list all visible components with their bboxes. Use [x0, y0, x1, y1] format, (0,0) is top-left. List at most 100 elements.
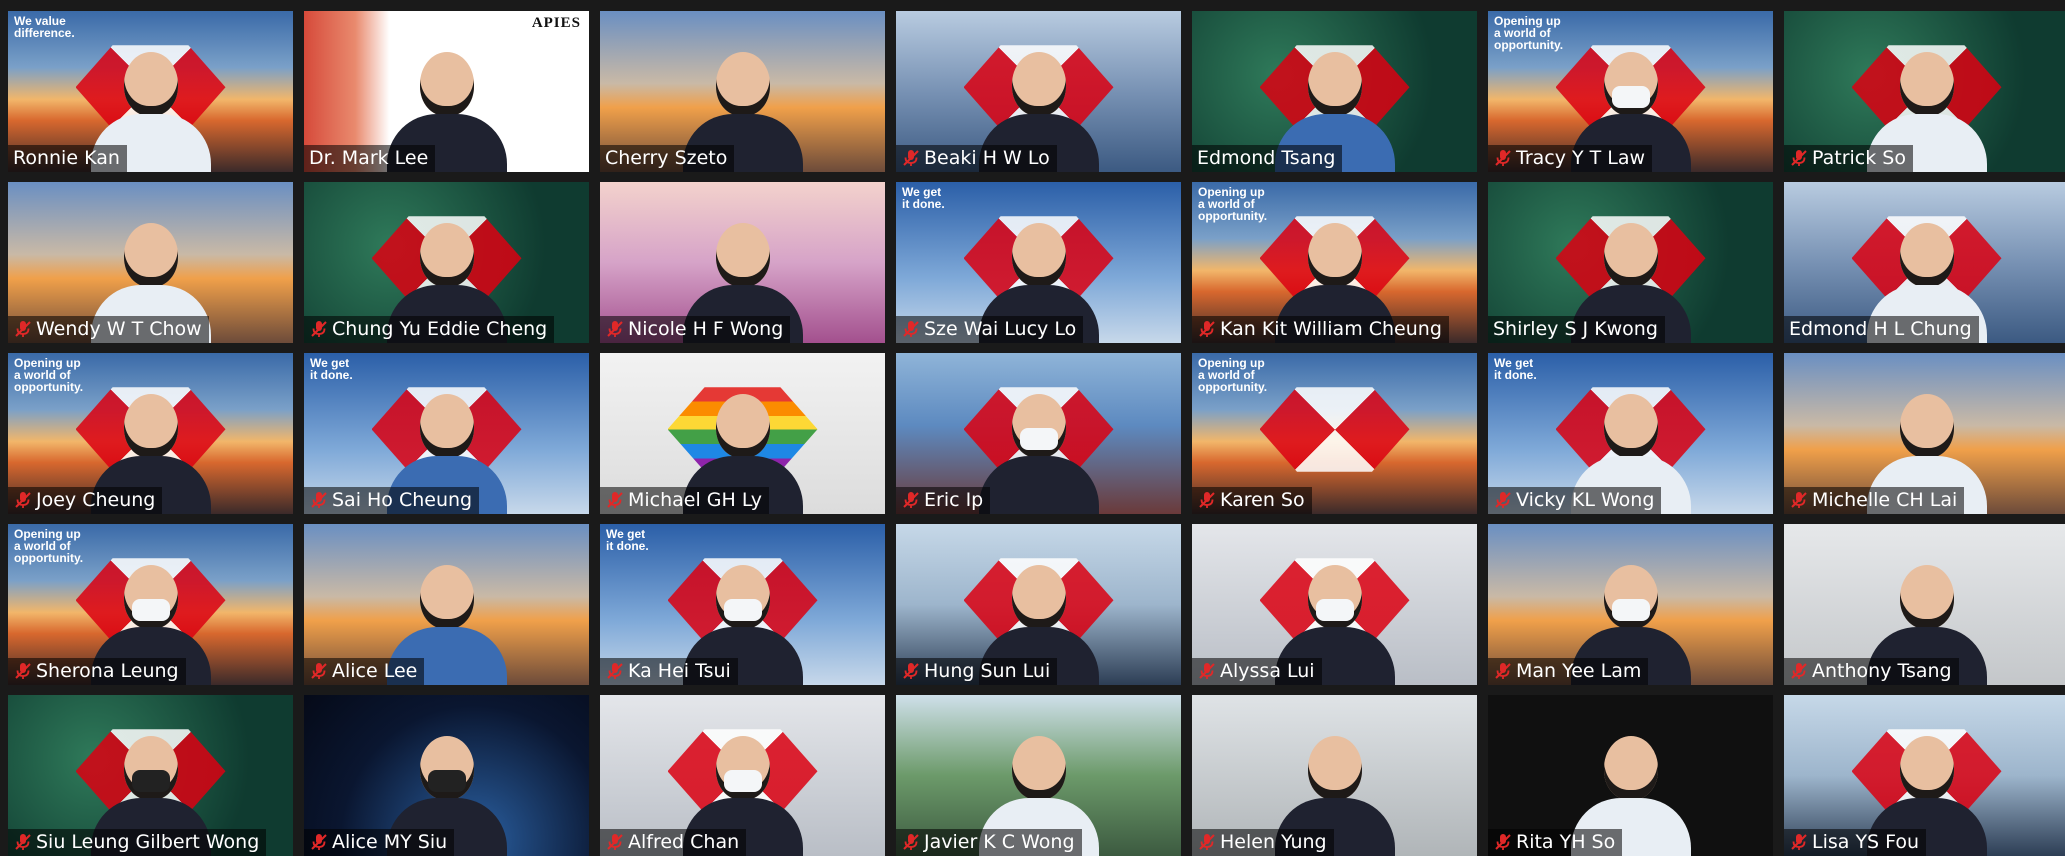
- participant-name: Alfred Chan: [628, 831, 740, 853]
- participant-tile-6[interactable]: Patrick So: [1784, 11, 2065, 172]
- muted-mic-icon: [309, 832, 329, 852]
- participant-tile-12[interactable]: Shirley S J Kwong: [1488, 182, 1773, 343]
- muted-mic-icon: [309, 319, 329, 339]
- participant-tile-4[interactable]: Edmond Tsang: [1192, 11, 1477, 172]
- participant-name: Alyssa Lui: [1220, 660, 1315, 682]
- participant-tile-24[interactable]: Hung Sun Lui: [896, 524, 1181, 685]
- muted-mic-icon: [1197, 832, 1217, 852]
- muted-mic-icon: [1197, 490, 1217, 510]
- head: [123, 394, 178, 458]
- participant-name: Cherry Szeto: [605, 147, 728, 169]
- participant-tile-17[interactable]: Eric Ip: [896, 353, 1181, 514]
- participant-name: Dr. Mark Lee: [309, 147, 429, 169]
- participant-tile-16[interactable]: Michael GH Ly: [600, 353, 885, 514]
- participant-tile-30[interactable]: Alfred Chan: [600, 695, 885, 856]
- participant-tile-29[interactable]: Alice MY Siu: [304, 695, 589, 856]
- participant-name: Rita YH So: [1516, 831, 1616, 853]
- participant-tile-19[interactable]: We get it done. Vicky KL Wong: [1488, 353, 1773, 514]
- participant-name: Karen So: [1220, 489, 1305, 511]
- participant-tile-31[interactable]: Javier K C Wong: [896, 695, 1181, 856]
- participant-tile-15[interactable]: We get it done. Sai Ho Cheung: [304, 353, 589, 514]
- participant-nameplate: Alice Lee: [304, 658, 425, 685]
- participant-tile-8[interactable]: Chung Yu Eddie Cheng: [304, 182, 589, 343]
- background-slogan: We value difference.: [14, 14, 75, 40]
- head: [419, 52, 474, 116]
- participant-tile-21[interactable]: Opening up a world of opportunity. Shero…: [8, 524, 293, 685]
- participant-tile-33[interactable]: Rita YH So: [1488, 695, 1773, 856]
- muted-mic-icon: [309, 490, 329, 510]
- head: [1307, 52, 1362, 116]
- head: [1307, 565, 1362, 629]
- participant-nameplate: Michael GH Ly: [600, 487, 769, 514]
- participant-tile-9[interactable]: Nicole H F Wong: [600, 182, 885, 343]
- participant-nameplate: Beaki H W Lo: [896, 145, 1057, 172]
- participant-name: Vicky KL Wong: [1516, 489, 1655, 511]
- participant-tile-32[interactable]: Helen Yung: [1192, 695, 1477, 856]
- muted-mic-icon: [901, 661, 921, 681]
- participant-name: Sze Wai Lucy Lo: [924, 318, 1077, 340]
- head: [715, 394, 770, 458]
- head: [1899, 565, 1954, 629]
- participant-name: Ronnie Kan: [13, 147, 120, 169]
- participant-nameplate: Helen Yung: [1192, 829, 1334, 856]
- participant-name: Nicole H F Wong: [628, 318, 784, 340]
- muted-mic-icon: [605, 661, 625, 681]
- participant-tile-10[interactable]: We get it done. Sze Wai Lucy Lo: [896, 182, 1181, 343]
- participant-name: Chung Yu Eddie Cheng: [332, 318, 548, 340]
- muted-mic-icon: [901, 148, 921, 168]
- participant-tile-27[interactable]: Anthony Tsang: [1784, 524, 2065, 685]
- participant-name: Sherona Leung: [36, 660, 179, 682]
- participant-tile-14[interactable]: Opening up a world of opportunity. Joey …: [8, 353, 293, 514]
- participant-nameplate: Shirley S J Kwong: [1488, 316, 1665, 343]
- participant-tile-2[interactable]: Cherry Szeto: [600, 11, 885, 172]
- participant-nameplate: Javier K C Wong: [896, 829, 1082, 856]
- participant-nameplate: Chung Yu Eddie Cheng: [304, 316, 555, 343]
- participant-name: Michelle CH Lai: [1812, 489, 1958, 511]
- head: [1307, 223, 1362, 287]
- brand-hexagon-graphic: [1259, 386, 1410, 472]
- participant-tile-7[interactable]: Wendy W T Chow: [8, 182, 293, 343]
- participant-nameplate: Lisa YS Fou: [1784, 829, 1927, 856]
- participant-tile-23[interactable]: We get it done. Ka Hei Tsui: [600, 524, 885, 685]
- participant-tile-22[interactable]: Alice Lee: [304, 524, 589, 685]
- participant-tile-13[interactable]: Edmond H L Chung: [1784, 182, 2065, 343]
- participant-nameplate: Man Yee Lam: [1488, 658, 1649, 685]
- muted-mic-icon: [13, 490, 33, 510]
- participant-name: Sai Ho Cheung: [332, 489, 473, 511]
- muted-mic-icon: [1493, 661, 1513, 681]
- participant-tile-11[interactable]: Opening up a world of opportunity. Kan K…: [1192, 182, 1477, 343]
- participant-name: Man Yee Lam: [1516, 660, 1642, 682]
- head: [419, 565, 474, 629]
- participant-tile-34[interactable]: Lisa YS Fou: [1784, 695, 2065, 856]
- participant-tile-0[interactable]: We value difference. Ronnie Kan: [8, 11, 293, 172]
- participant-tile-3[interactable]: Beaki H W Lo: [896, 11, 1181, 172]
- muted-mic-icon: [13, 661, 33, 681]
- muted-mic-icon: [605, 490, 625, 510]
- participant-name: Kan Kit William Cheung: [1220, 318, 1442, 340]
- participant-name: Beaki H W Lo: [924, 147, 1050, 169]
- participant-tile-18[interactable]: Opening up a world of opportunity. Karen…: [1192, 353, 1477, 514]
- video-gallery: We value difference. Ronnie Kan APIES Dr…: [0, 0, 2065, 856]
- muted-mic-icon: [1493, 148, 1513, 168]
- muted-mic-icon: [1493, 832, 1513, 852]
- participant-name: Joey Cheung: [36, 489, 156, 511]
- participant-tile-28[interactable]: Siu Leung Gilbert Wong: [8, 695, 293, 856]
- participant-tile-26[interactable]: Man Yee Lam: [1488, 524, 1773, 685]
- participant-name: Anthony Tsang: [1812, 660, 1952, 682]
- participant-name: Edmond H L Chung: [1789, 318, 1972, 340]
- participant-name: Alice Lee: [332, 660, 418, 682]
- background-slogan: We get it done.: [902, 185, 945, 211]
- participant-tile-25[interactable]: Alyssa Lui: [1192, 524, 1477, 685]
- participant-tile-1[interactable]: APIES Dr. Mark Lee: [304, 11, 589, 172]
- participant-tile-5[interactable]: Opening up a world of opportunity. Tracy…: [1488, 11, 1773, 172]
- head: [715, 736, 770, 800]
- participant-tile-20[interactable]: Michelle CH Lai: [1784, 353, 2065, 514]
- participant-nameplate: Sherona Leung: [8, 658, 186, 685]
- muted-mic-icon: [1197, 661, 1217, 681]
- participant-name: Wendy W T Chow: [36, 318, 202, 340]
- head: [1011, 736, 1066, 800]
- muted-mic-icon: [1493, 490, 1513, 510]
- participant-nameplate: Eric Ip: [896, 487, 991, 514]
- participant-nameplate: Cherry Szeto: [600, 145, 735, 172]
- participant-nameplate: Michelle CH Lai: [1784, 487, 1965, 514]
